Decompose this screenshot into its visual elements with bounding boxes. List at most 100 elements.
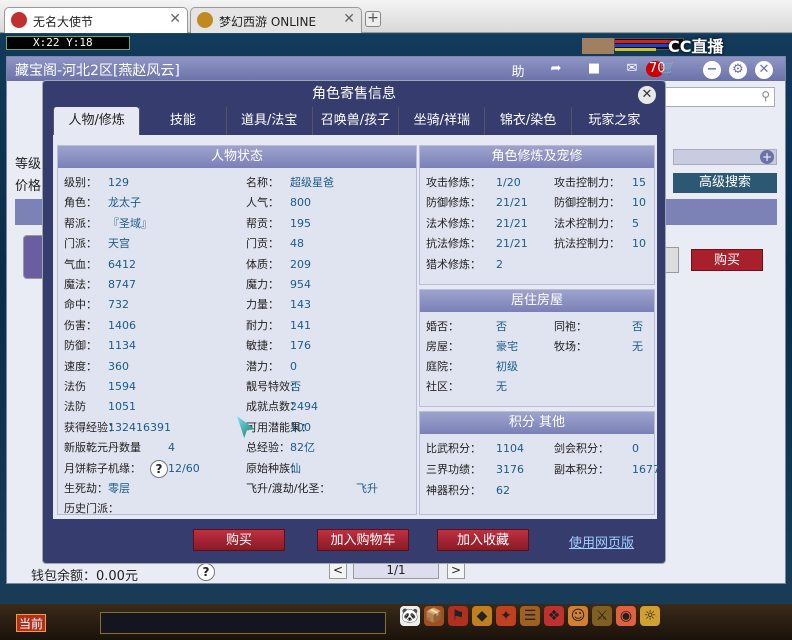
- stat-label: 抗法控制力：: [554, 237, 620, 251]
- help-icon[interactable]: ?: [197, 563, 215, 581]
- chat-input[interactable]: [100, 612, 386, 634]
- cultivation-panel: 角色修炼及宠修 攻击修炼： 1/20 攻击控制力： 15 防御修炼： 21/21 防御控制力…: [419, 145, 655, 285]
- add-to-favorites-button[interactable]: 加入收藏: [437, 529, 529, 551]
- stat-label: 门派：: [64, 237, 97, 251]
- close-icon[interactable]: ✕: [343, 11, 355, 27]
- stat-value: 62: [496, 484, 510, 497]
- close-icon[interactable]: ✕: [169, 11, 181, 27]
- panel-header: 人物状态: [58, 146, 416, 168]
- item-icon[interactable]: 📦: [424, 606, 444, 626]
- tab-pets[interactable]: 召唤兽/孩子: [311, 107, 398, 135]
- stat-label: 牧场：: [554, 340, 587, 353]
- stat-value: 无: [632, 340, 643, 353]
- coordinate-readout: X:22 Y:18: [6, 36, 130, 50]
- stat-label: 攻击修炼：: [426, 176, 481, 189]
- team-icon[interactable]: ⚑: [448, 606, 468, 626]
- stat-value: 10: [632, 237, 646, 251]
- character-portrait[interactable]: [582, 38, 614, 54]
- tab-items[interactable]: 道具/法宝: [225, 107, 312, 135]
- stat-label: 月饼粽子机缘：: [64, 461, 141, 475]
- task-icon[interactable]: ☰: [520, 606, 540, 626]
- search-icon[interactable]: ⚲: [761, 89, 770, 103]
- buy-button[interactable]: 购买: [691, 249, 763, 271]
- guild-icon[interactable]: ⚔: [592, 606, 612, 626]
- game-logo-icon: [11, 12, 27, 28]
- stat-label: 伤害：: [64, 318, 97, 332]
- advanced-search-button[interactable]: 高级搜索: [673, 173, 777, 193]
- stat-value: 龙太子: [108, 196, 141, 210]
- stat-value: 141: [290, 318, 311, 332]
- points-panel: 积分 其他 比武积分： 1104 剑会积分： 0 三界功绩： 3176 副本积分： 1677 神…: [419, 411, 660, 515]
- tab-mounts[interactable]: 坐骑/祥瑞: [398, 107, 484, 135]
- channel-button[interactable]: 当前: [16, 614, 46, 632]
- stat-label: 庭院：: [426, 360, 459, 373]
- panel-header: 积分 其他: [420, 412, 654, 434]
- share-icon[interactable]: ➦: [547, 61, 565, 77]
- stat-value: 21/21: [496, 216, 528, 230]
- stat-label: 门贡：: [246, 237, 279, 251]
- stat-label: 潜力：: [246, 359, 279, 373]
- stat-value: 132416391: [108, 420, 171, 434]
- pet-icon[interactable]: 🐼: [400, 606, 420, 626]
- search-input[interactable]: ⚲: [647, 87, 775, 107]
- stat-value: 15: [632, 176, 646, 189]
- stat-label: 人气：: [246, 196, 279, 210]
- stat-value: 『圣域』: [108, 216, 152, 230]
- tab-character[interactable]: 人物/修炼: [53, 107, 140, 135]
- stat-label: 速度：: [64, 359, 97, 373]
- level-label: 等级: [15, 157, 42, 172]
- tab-costume[interactable]: 锦衣/染色: [484, 107, 570, 135]
- close-icon[interactable]: ✕: [638, 86, 656, 104]
- stat-value: 0: [632, 442, 639, 455]
- stat-value: 3176: [496, 463, 524, 476]
- record-icon[interactable]: ■: [585, 61, 603, 77]
- stat-value: 1051: [108, 400, 136, 414]
- stat-label: 级别：: [64, 176, 97, 189]
- buy-button[interactable]: 购买: [193, 529, 285, 551]
- stat-label: 比武积分：: [426, 442, 481, 455]
- stat-value: 5: [632, 216, 639, 230]
- browser-tab-1[interactable]: 无名大使节 ✕: [4, 7, 188, 33]
- stat-label: 法防: [64, 400, 86, 414]
- shop-icon[interactable]: ◉: [616, 606, 636, 626]
- cart-icon[interactable]: 🛒: [659, 61, 677, 77]
- close-icon[interactable]: ✕: [755, 61, 773, 79]
- gift-icon[interactable]: ❖: [544, 606, 564, 626]
- browser-tab-2[interactable]: 梦幻西游 ONLINE ✕: [190, 7, 362, 33]
- stat-value: 1677: [632, 463, 660, 476]
- stat-label: 神器积分：: [426, 484, 481, 497]
- stat-value: 195: [290, 216, 311, 230]
- filter-field[interactable]: +: [673, 149, 777, 165]
- friend-icon[interactable]: ☺: [568, 606, 588, 626]
- new-tab-button[interactable]: +: [365, 11, 381, 27]
- plus-icon[interactable]: +: [760, 150, 774, 164]
- stat-value: 0: [290, 359, 297, 373]
- gear-icon[interactable]: ⚙: [729, 61, 747, 79]
- message-icon[interactable]: ✉: [623, 61, 641, 77]
- stat-value: 143: [290, 298, 311, 312]
- stat-value: 豪宅: [496, 340, 518, 353]
- help-icon[interactable]: ?: [150, 459, 168, 478]
- stat-value: 176: [290, 339, 311, 353]
- stat-label: 抗法修炼：: [426, 237, 481, 251]
- browser-tab-bar: 无名大使节 ✕ 梦幻西游 ONLINE ✕ +: [0, 0, 792, 33]
- bag-icon[interactable]: ◆: [472, 606, 492, 626]
- tab-skills[interactable]: 技能: [139, 107, 225, 135]
- housing-panel: 居住房屋 婚否：否同袍：否房屋： 豪宅 牧场：无庭院： 初级 社区：无: [419, 289, 655, 407]
- stat-value: 否: [496, 320, 507, 333]
- stat-value: 初级: [496, 360, 518, 373]
- stat-value: 800: [290, 196, 311, 210]
- stat-value: 954: [290, 278, 311, 291]
- system-icon[interactable]: ☼: [640, 606, 660, 626]
- web-version-link[interactable]: 使用网页版: [569, 532, 634, 551]
- tab-home[interactable]: 玩家之家: [570, 107, 657, 135]
- stat-value: 无: [496, 380, 507, 393]
- stat-label: 法术控制力：: [554, 216, 620, 230]
- skill-icon[interactable]: ✦: [496, 606, 516, 626]
- character-status-panel: 人物状态 级别： 129 角色： 龙太子 帮派： 『圣域』 门派： 天宫 气血： 6412 魔法： 8…: [57, 145, 417, 515]
- minimize-icon[interactable]: −: [703, 61, 721, 79]
- stat-value: 超级星爸: [290, 176, 334, 189]
- add-to-cart-button[interactable]: 加入购物车: [317, 529, 409, 551]
- assist-button[interactable]: 助: [509, 61, 527, 80]
- stat-value: 否: [290, 380, 301, 393]
